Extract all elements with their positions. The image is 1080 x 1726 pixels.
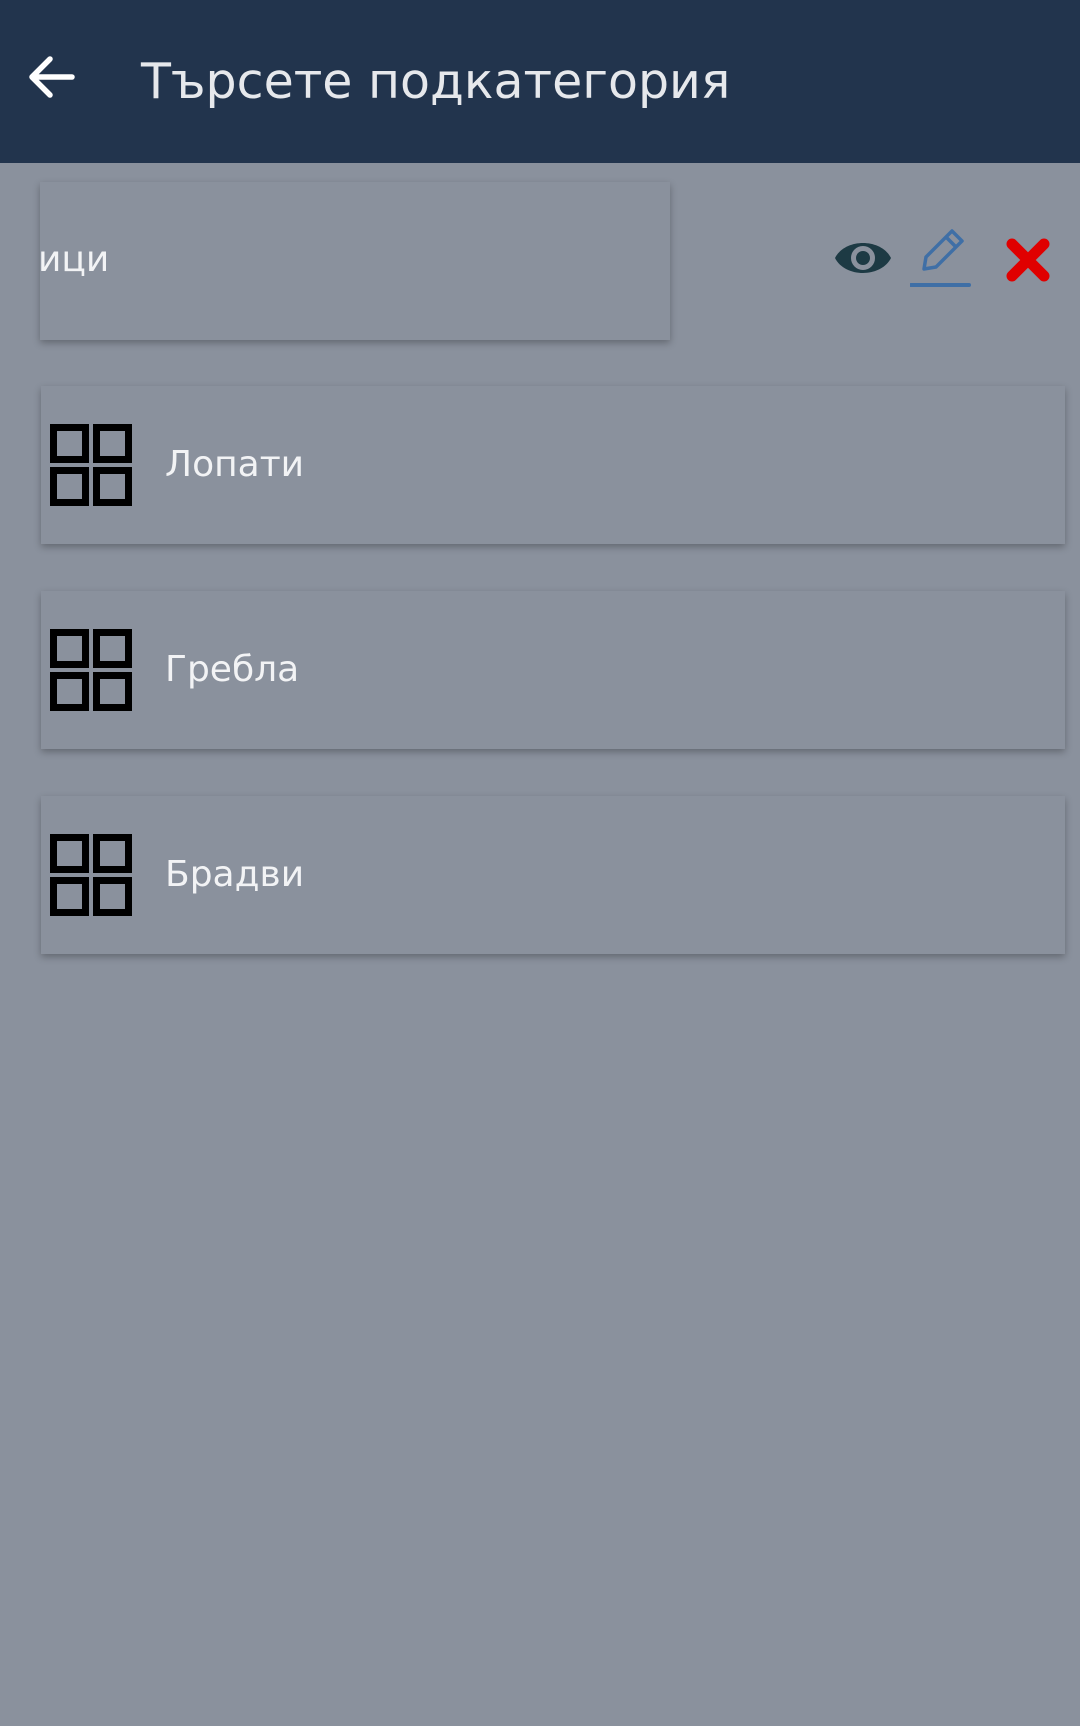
swiped-list-item[interactable]: ици xyxy=(38,182,670,340)
grid-icon xyxy=(50,424,132,506)
list-item-label: Лопати xyxy=(165,444,305,485)
eye-icon xyxy=(835,243,891,273)
list-item-label: ици xyxy=(38,239,110,280)
list-item[interactable]: Лопати xyxy=(41,386,1065,544)
grid-icon xyxy=(50,629,132,711)
view-button[interactable] xyxy=(828,225,898,291)
pencil-icon xyxy=(910,229,971,287)
back-button[interactable] xyxy=(18,44,84,110)
list-item-label: Брадви xyxy=(165,854,305,895)
delete-button[interactable] xyxy=(1000,232,1056,288)
list-item[interactable]: Гребла xyxy=(41,591,1065,749)
list-item[interactable]: Брадви xyxy=(41,796,1065,954)
list-item-label: Гребла xyxy=(165,649,300,690)
arrow-left-icon xyxy=(29,56,75,98)
edit-button[interactable] xyxy=(908,222,974,292)
app-bar: Търсете подкатегория xyxy=(0,0,1080,163)
grid-icon xyxy=(50,834,132,916)
page-title: Търсете подкатегория xyxy=(141,53,731,110)
close-icon xyxy=(1006,238,1050,282)
